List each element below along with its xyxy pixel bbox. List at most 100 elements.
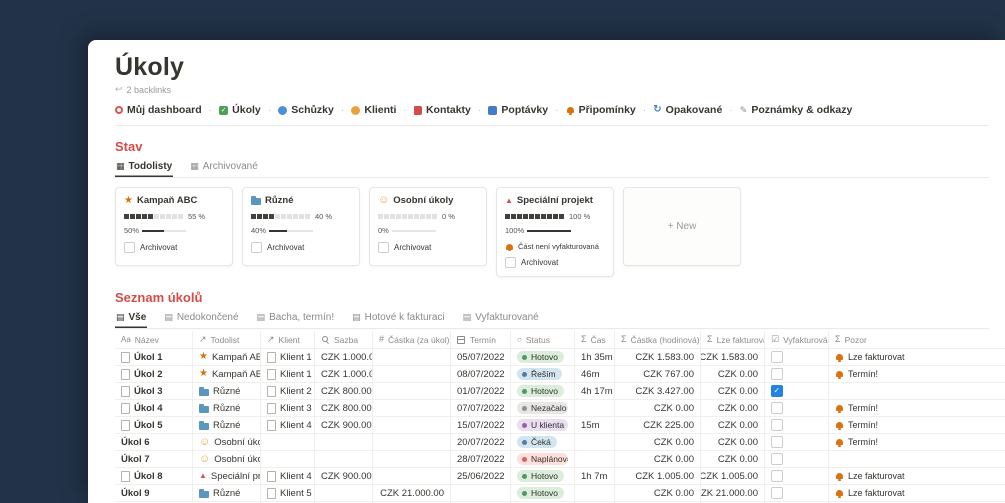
column-header-0[interactable]: Aa Název [115,331,193,349]
cell-klient[interactable]: Klient 1 [261,349,315,366]
cell-termin[interactable]: 07/07/2022 [451,400,511,417]
cell-lze-fakturovat[interactable]: CZK 0.00 [701,366,765,383]
cell-termin[interactable]: 20/07/2022 [451,434,511,451]
cell-klient[interactable]: Klient 4 [261,468,315,485]
cell-castka-za-ukol[interactable] [373,366,451,383]
cell-status[interactable]: Hotovo [511,349,575,366]
cell-status[interactable]: Hotovo [511,468,575,485]
cell-nazev[interactable]: Úkol 1 [115,349,193,366]
cell-cas[interactable]: 46m [575,366,615,383]
cell-todolist[interactable]: Různé [193,400,261,417]
cell-status[interactable]: Řeším [511,366,575,383]
cell-vyfakturovano[interactable] [765,383,829,400]
cell-nazev[interactable]: Úkol 3 [115,383,193,400]
breadcrumb-item-4[interactable]: Kontakty [413,104,471,116]
cell-castka-hodinova[interactable]: CZK 1.583.00 [615,349,701,366]
status-badge[interactable]: Hotovo [517,487,564,499]
status-badge[interactable]: Naplánovat [517,453,568,465]
cell-pozor[interactable]: Termín! [829,417,1005,434]
cell-cas[interactable] [575,434,615,451]
invoiced-checkbox[interactable] [771,385,783,397]
table-row[interactable]: Úkol 9 Různé Klient 5 CZK 21.000.00 Hotovo CZ… [115,485,1005,502]
cell-todolist[interactable]: Různé [193,383,261,400]
cell-castka-za-ukol[interactable] [373,349,451,366]
cell-termin[interactable]: 25/06/2022 [451,468,511,485]
cell-pozor[interactable]: Termín! [829,434,1005,451]
table-row[interactable]: Úkol 7 ☺Osobní úkoly 28/07/2022 Naplánovat C… [115,451,1005,468]
status-badge[interactable]: Řeším [517,368,562,380]
archive-checkbox[interactable] [251,242,262,253]
cell-nazev[interactable]: Úkol 7 [115,451,193,468]
cell-castka-za-ukol[interactable] [373,417,451,434]
cell-klient[interactable] [261,451,315,468]
status-badge[interactable]: Hotovo [517,470,564,482]
cell-lze-fakturovat[interactable]: CZK 1.005.00 [701,468,765,485]
breadcrumb-item-0[interactable]: Můj dashboard [115,104,202,116]
cell-termin[interactable]: 28/07/2022 [451,451,511,468]
cell-sazba[interactable]: CZK 800.00 [315,383,373,400]
cell-sazba[interactable]: CZK 900.00 [315,417,373,434]
column-header-6[interactable]: ○ Status [511,331,575,349]
status-badge[interactable]: Hotovo [517,385,564,397]
cell-klient[interactable]: Klient 1 [261,366,315,383]
status-badge[interactable]: Nezačalo se [517,402,568,414]
table-row[interactable]: Úkol 5 Různé Klient 4 CZK 900.00 15/07/2022 U… [115,417,1005,434]
cell-cas[interactable]: 15m [575,417,615,434]
cell-pozor[interactable] [829,451,1005,468]
cell-sazba[interactable]: CZK 1.000.00 [315,349,373,366]
cell-pozor[interactable]: Termín! [829,400,1005,417]
column-header-5[interactable]: Termín [451,331,511,349]
cell-pozor[interactable] [829,383,1005,400]
column-header-9[interactable]: Σ Lze fakturovat [701,331,765,349]
cell-pozor[interactable]: Termín! [829,366,1005,383]
cell-todolist[interactable]: ☺Osobní úkoly [193,434,261,451]
breadcrumb-item-8[interactable]: ✎ Poznámky & odkazy [740,104,853,116]
archive-checkbox[interactable] [505,257,516,268]
cell-status[interactable]: Nezačalo se [511,400,575,417]
cell-castka-hodinova[interactable]: CZK 0.00 [615,451,701,468]
archive-checkbox[interactable] [378,242,389,253]
cell-pozor[interactable]: Lze fakturovat [829,468,1005,485]
cell-todolist[interactable]: Různé [193,417,261,434]
cell-todolist[interactable]: Různé [193,485,261,502]
todolist-card-2[interactable]: ☺ Osobní úkoly 0 % 0% Archivovat [369,187,487,266]
new-card-button[interactable]: + New [623,187,741,266]
seznam-tab-2[interactable]: ▤ Bacha, termín! [256,310,336,328]
cell-castka-hodinova[interactable]: CZK 1.005.00 [615,468,701,485]
table-row[interactable]: Úkol 8 ▲Speciální projekt Klient 4CZK 900.… [115,468,1005,485]
stav-tab-1[interactable]: ▦ Archivované [189,159,259,177]
cell-sazba[interactable]: CZK 1.000.00 [315,366,373,383]
table-row[interactable]: Úkol 6 ☺Osobní úkoly 20/07/2022 Čeká CZK 0.0… [115,434,1005,451]
cell-status[interactable]: Hotovo [511,383,575,400]
cell-termin[interactable]: 08/07/2022 [451,366,511,383]
cell-status[interactable]: Čeká [511,434,575,451]
status-badge[interactable]: Čeká [517,436,557,448]
archive-checkbox[interactable] [124,242,135,253]
table-row[interactable]: Úkol 1 ★Kampaň ABC Klient 1CZK 1.000.00 05/… [115,349,1005,366]
cell-vyfakturovano[interactable] [765,485,829,502]
cell-castka-hodinova[interactable]: CZK 0.00 [615,485,701,502]
column-header-1[interactable]: ↗ Todolist [193,331,261,349]
breadcrumb-item-5[interactable]: Poptávky [488,104,548,116]
cell-status[interactable]: U klienta [511,417,575,434]
invoiced-checkbox[interactable] [771,470,783,482]
cell-nazev[interactable]: Úkol 9 [115,485,193,502]
cell-lze-fakturovat[interactable]: CZK 0.00 [701,400,765,417]
status-badge[interactable]: Hotovo [517,351,564,363]
column-header-2[interactable]: ↗ Klient [261,331,315,349]
cell-castka-hodinova[interactable]: CZK 767.00 [615,366,701,383]
invoiced-checkbox[interactable] [771,402,783,414]
invoiced-checkbox[interactable] [771,419,783,431]
seznam-tab-1[interactable]: ▤ Nedokončené [163,310,239,328]
cell-nazev[interactable]: Úkol 4 [115,400,193,417]
column-header-7[interactable]: Σ Čas [575,331,615,349]
cell-sazba[interactable] [315,434,373,451]
invoiced-checkbox[interactable] [771,436,783,448]
cell-vyfakturovano[interactable] [765,400,829,417]
invoiced-checkbox[interactable] [771,453,783,465]
cell-castka-za-ukol[interactable] [373,451,451,468]
cell-lze-fakturovat[interactable]: CZK 0.00 [701,417,765,434]
seznam-tab-0[interactable]: ▤ Vše [115,310,147,328]
table-row[interactable]: Úkol 4 Různé Klient 3 CZK 800.00 07/07/2022 N… [115,400,1005,417]
cell-castka-za-ukol[interactable] [373,383,451,400]
